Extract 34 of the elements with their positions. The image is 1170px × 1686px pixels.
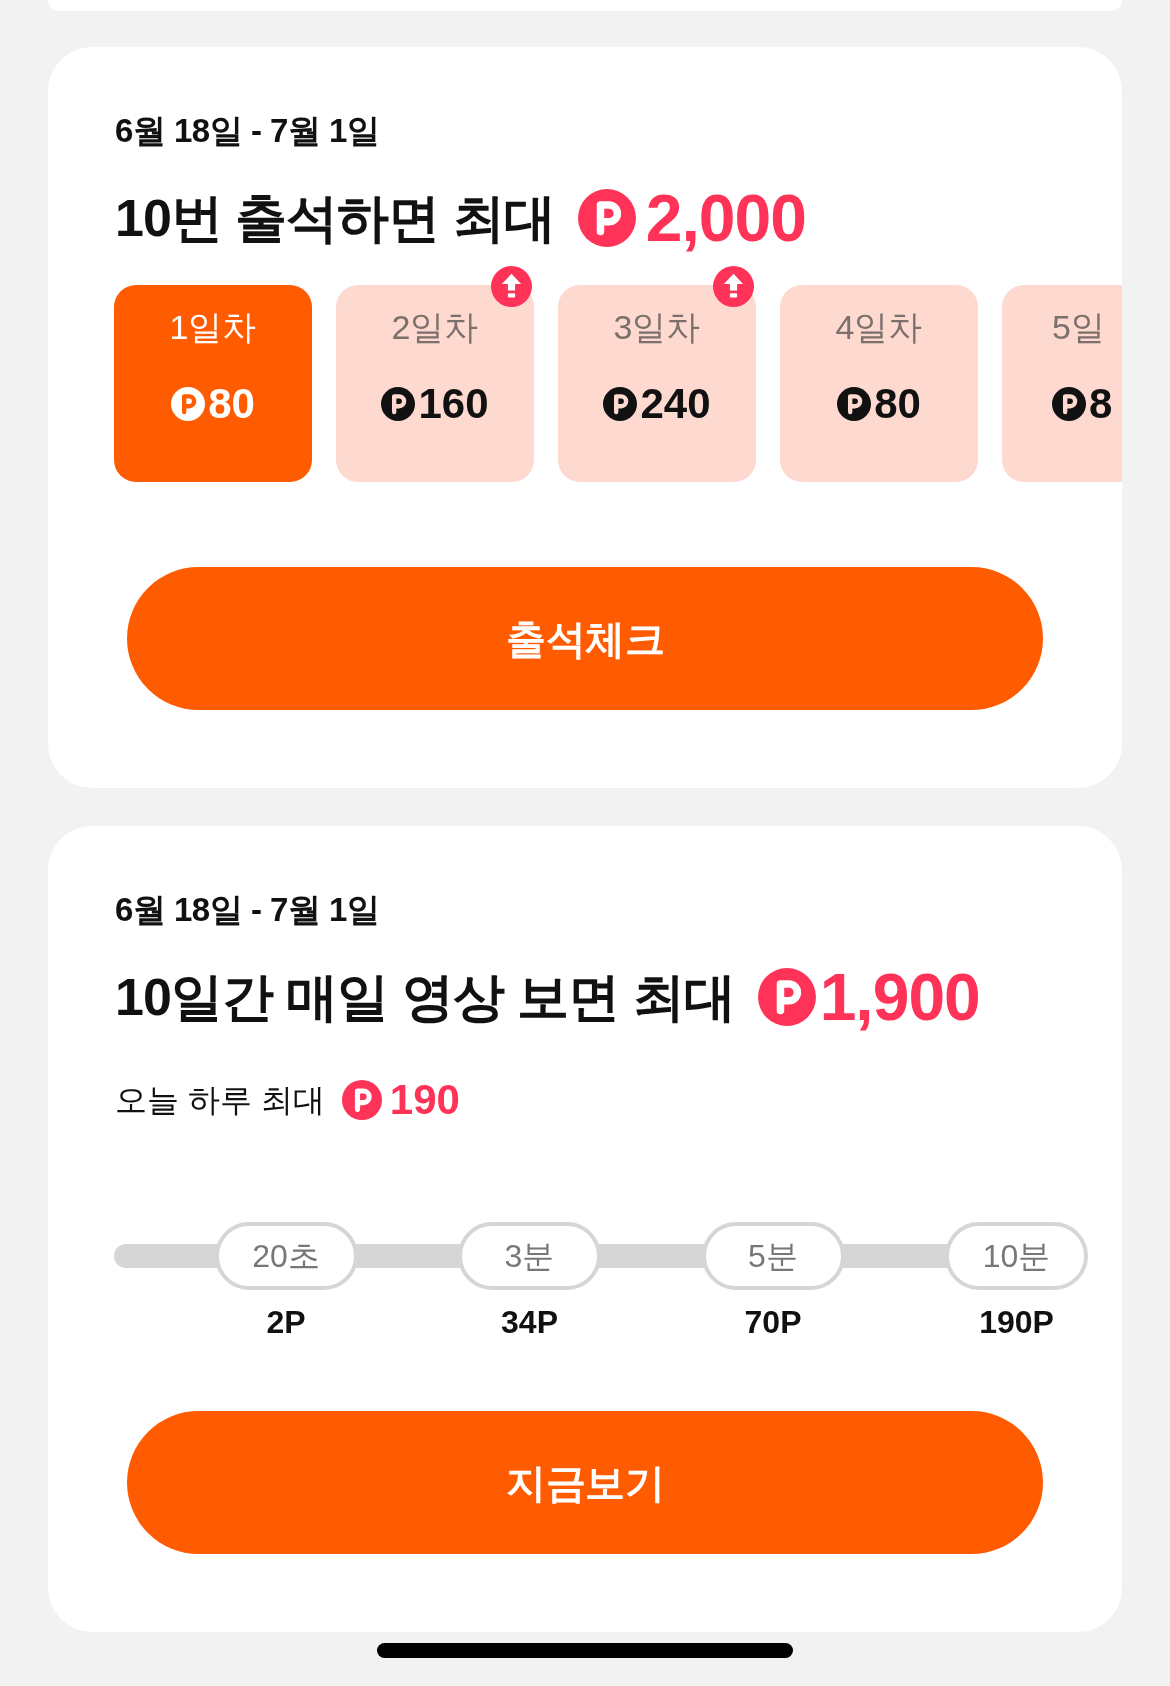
milestone-duration: 5분 <box>701 1222 845 1290</box>
point-coin-icon <box>603 387 638 421</box>
day-reward-amount: 80 <box>208 380 255 428</box>
milestone-points: 190P <box>979 1303 1054 1342</box>
point-coin-icon <box>837 387 872 421</box>
today-max-amount: 190 <box>389 1080 460 1120</box>
day-label: 5일 <box>1052 307 1105 347</box>
point-coin-icon <box>341 1080 382 1120</box>
point-coin-icon <box>577 189 636 247</box>
milestone-duration: 3분 <box>458 1222 601 1290</box>
day-reward-amount: 80 <box>874 380 921 428</box>
point-coin-icon <box>381 387 416 421</box>
milestone-points: 70P <box>744 1303 802 1342</box>
milestone-duration: 10분 <box>945 1222 1088 1290</box>
day-label: 4일차 <box>835 307 923 347</box>
date-range: 6월 18일 - 7월 1일 <box>115 890 381 930</box>
day-label: 1일차 <box>169 307 257 347</box>
check-in-button[interactable]: 출석체크 <box>127 567 1043 710</box>
point-coin-icon <box>171 387 206 421</box>
point-coin-icon <box>1052 387 1086 421</box>
day-reward-amount: 8 <box>1089 380 1113 428</box>
milestone-points: 34P <box>501 1303 558 1342</box>
headline: 10일간 매일 영상 보면 최대 <box>115 967 735 1028</box>
today-max-label: 오늘 하루 최대 <box>115 1081 325 1120</box>
watch-now-button[interactable]: 지금보기 <box>127 1411 1043 1554</box>
day-label: 3일차 <box>613 307 701 347</box>
day-label: 2일차 <box>391 307 479 347</box>
headline: 10번 출석하면 최대 <box>115 188 555 249</box>
date-range: 6월 18일 - 7월 1일 <box>115 111 381 151</box>
point-coin-icon <box>757 968 816 1026</box>
milestone-points: 2P <box>266 1303 306 1342</box>
day-reward-amount: 240 <box>640 380 711 428</box>
milestone-duration: 20초 <box>214 1222 358 1290</box>
day-reward-amount: 160 <box>418 380 489 428</box>
